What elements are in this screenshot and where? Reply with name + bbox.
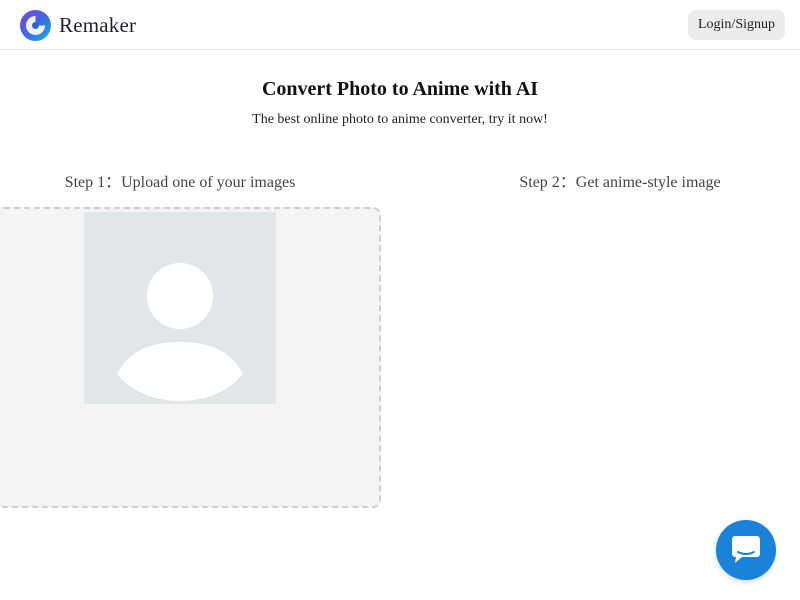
user-silhouette-icon bbox=[117, 263, 243, 401]
login-signup-button[interactable]: Login/Signup bbox=[688, 10, 785, 40]
remaker-logo-icon bbox=[20, 10, 51, 41]
step1-label: Step 1：Upload one of your images bbox=[64, 174, 296, 191]
logo-text: Remaker bbox=[59, 13, 137, 37]
header: Remaker Login/Signup bbox=[0, 0, 800, 50]
upload-placeholder-image[interactable] bbox=[84, 212, 276, 404]
page-title: Convert Photo to Anime with AI bbox=[261, 78, 539, 100]
step2-label: Step 2：Get anime-style image bbox=[519, 174, 721, 191]
chat-button[interactable] bbox=[716, 520, 776, 580]
page-subtitle: The best online photo to anime converter… bbox=[252, 112, 548, 127]
chat-bubble-icon bbox=[732, 536, 760, 563]
logo[interactable]: Remaker bbox=[20, 10, 136, 41]
